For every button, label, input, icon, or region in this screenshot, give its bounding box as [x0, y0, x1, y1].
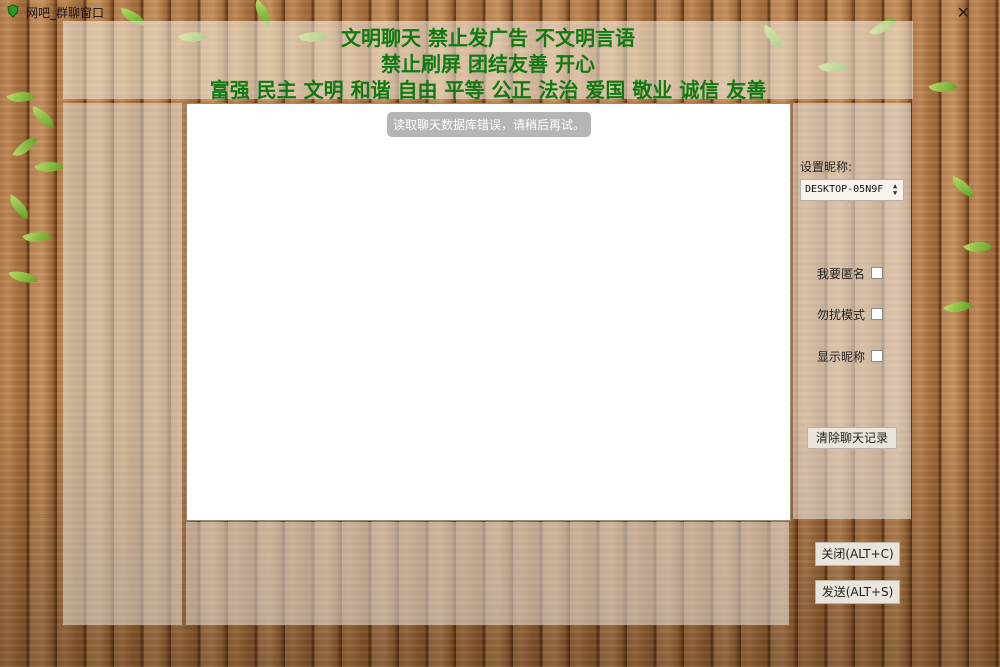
- message-input-area[interactable]: [186, 522, 789, 625]
- anonymous-checkbox[interactable]: [871, 267, 884, 279]
- slogan-line-2: 禁止刷屏 团结友善 开心: [381, 52, 595, 76]
- slogan-line-3: 富强 民主 文明 和谐 自由 平等 公正 法治 爱国 敬业 诚信 友善: [209, 78, 767, 102]
- send-button[interactable]: 发送(ALT+S): [815, 580, 900, 604]
- anonymous-label: 我要匿名: [817, 267, 866, 281]
- close-button[interactable]: 关闭(ALT+C): [815, 542, 900, 566]
- do-not-disturb-label: 勿扰模式: [817, 308, 866, 322]
- slogan-line-1: 文明聊天 禁止发广告 不文明言语: [341, 26, 635, 50]
- green-shield-icon: [7, 4, 19, 18]
- spin-arrows-icon[interactable]: ▲ ▼: [893, 183, 900, 197]
- slogan-banner: 文明聊天 禁止发广告 不文明言语 禁止刷屏 团结友善 开心 富强 民主 文明 和…: [63, 21, 913, 102]
- nickname-label: 设置昵称:: [800, 160, 853, 174]
- anonymous-option[interactable]: 我要匿名: [817, 265, 884, 282]
- nickname-value: DESKTOP-05N9F: [805, 184, 884, 195]
- error-toast: 读取聊天数据库错误，请稍后再试。: [387, 112, 592, 137]
- window-close-button[interactable]: ✕: [957, 3, 970, 22]
- nickname-field[interactable]: DESKTOP-05N9F ▲ ▼: [800, 179, 904, 201]
- settings-panel: 设置昵称: DESKTOP-05N9F ▲ ▼ 我要匿名 勿扰模式 显示昵称 清除…: [793, 103, 911, 519]
- clear-history-button[interactable]: 清除聊天记录: [807, 427, 897, 449]
- do-not-disturb-option[interactable]: 勿扰模式: [817, 306, 884, 323]
- show-nickname-label: 显示昵称: [817, 350, 866, 364]
- show-nickname-option[interactable]: 显示昵称: [817, 348, 884, 365]
- do-not-disturb-checkbox[interactable]: [871, 308, 884, 320]
- chat-history-area[interactable]: 读取聊天数据库错误，请稍后再试。: [186, 103, 791, 521]
- window-title: 网吧_群聊窗口: [26, 6, 105, 20]
- show-nickname-checkbox[interactable]: [871, 350, 884, 362]
- member-list-panel: [63, 103, 182, 625]
